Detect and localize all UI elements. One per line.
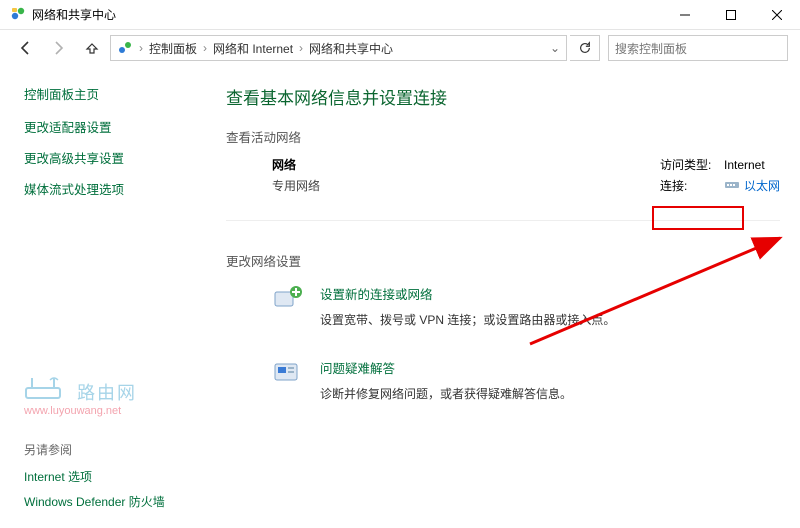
address-bar[interactable]: › 控制面板 › 网络和 Internet › 网络和共享中心 ⌄ — [110, 35, 567, 61]
window-controls — [662, 0, 800, 30]
titlebar: 网络和共享中心 — [0, 0, 800, 30]
router-icon — [24, 374, 68, 405]
page-heading: 查看基本网络信息并设置连接 — [226, 84, 780, 109]
task-title[interactable]: 设置新的连接或网络 — [320, 284, 615, 303]
app-icon — [10, 5, 26, 24]
search-input[interactable]: 搜索控制面板 — [608, 35, 788, 61]
troubleshoot-icon — [272, 358, 306, 386]
active-networks-label: 查看活动网络 — [226, 127, 780, 146]
active-network-block: 网络 专用网络 访问类型: Internet 连接: 以太网 — [226, 156, 780, 221]
search-placeholder: 搜索控制面板 — [615, 40, 687, 57]
watermark-url: www.luyouwang.net — [24, 405, 121, 417]
network-name: 网络 — [272, 156, 472, 173]
maximize-button[interactable] — [708, 0, 754, 30]
nav-row: › 控制面板 › 网络和 Internet › 网络和共享中心 ⌄ 搜索控制面板 — [0, 30, 800, 66]
network-type: 专用网络 — [272, 177, 472, 194]
forward-button[interactable] — [44, 34, 72, 62]
see-also-defender-firewall[interactable]: Windows Defender 防火墙 — [24, 493, 198, 510]
breadcrumb[interactable]: 网络和共享中心 — [309, 40, 393, 57]
ethernet-icon — [724, 179, 740, 193]
chevron-right-icon: › — [299, 41, 303, 55]
ethernet-link[interactable]: 以太网 — [724, 177, 780, 194]
chevron-right-icon: › — [203, 41, 207, 55]
refresh-button[interactable] — [570, 35, 600, 61]
task-desc: 设置宽带、拨号或 VPN 连接；或设置路由器或接入点。 — [320, 311, 615, 328]
ethernet-link-text: 以太网 — [744, 177, 780, 194]
connection-label: 连接: — [660, 177, 718, 194]
access-type-label: 访问类型: — [660, 156, 718, 173]
up-button[interactable] — [78, 34, 106, 62]
new-connection-icon — [272, 284, 306, 312]
back-button[interactable] — [12, 34, 40, 62]
sidebar-link-sharing[interactable]: 更改高级共享设置 — [24, 148, 198, 167]
breadcrumb[interactable]: 网络和 Internet — [213, 40, 293, 57]
sidebar: 控制面板主页 更改适配器设置 更改高级共享设置 媒体流式处理选项 路由网 www… — [0, 66, 210, 528]
task-desc: 诊断并修复网络问题，或者获得疑难解答信息。 — [320, 385, 572, 402]
close-button[interactable] — [754, 0, 800, 30]
minimize-button[interactable] — [662, 0, 708, 30]
breadcrumb[interactable]: 控制面板 — [149, 40, 197, 57]
window-title: 网络和共享中心 — [32, 6, 116, 23]
main-panel: 查看基本网络信息并设置连接 查看活动网络 网络 专用网络 访问类型: Inter… — [210, 66, 800, 528]
watermark: 路由网 www.luyouwang.net — [24, 374, 198, 417]
see-also-internet-options[interactable]: Internet 选项 — [24, 468, 198, 485]
task-troubleshoot[interactable]: 问题疑难解答 诊断并修复网络问题，或者获得疑难解答信息。 — [226, 354, 780, 404]
see-also-header: 另请参阅 — [24, 441, 198, 458]
change-settings-label: 更改网络设置 — [226, 251, 780, 270]
see-also: 另请参阅 Internet 选项 Windows Defender 防火墙 — [24, 441, 198, 518]
watermark-brand: 路由网 — [77, 383, 137, 403]
chevron-down-icon[interactable]: ⌄ — [550, 41, 560, 55]
control-panel-home-link[interactable]: 控制面板主页 — [24, 84, 198, 103]
sidebar-link-adapter[interactable]: 更改适配器设置 — [24, 117, 198, 136]
task-title[interactable]: 问题疑难解答 — [320, 358, 572, 377]
address-icon — [117, 39, 133, 58]
sidebar-link-media[interactable]: 媒体流式处理选项 — [24, 179, 198, 198]
access-type-value: Internet — [724, 158, 765, 172]
task-new-connection[interactable]: 设置新的连接或网络 设置宽带、拨号或 VPN 连接；或设置路由器或接入点。 — [226, 280, 780, 330]
chevron-right-icon: › — [139, 41, 143, 55]
